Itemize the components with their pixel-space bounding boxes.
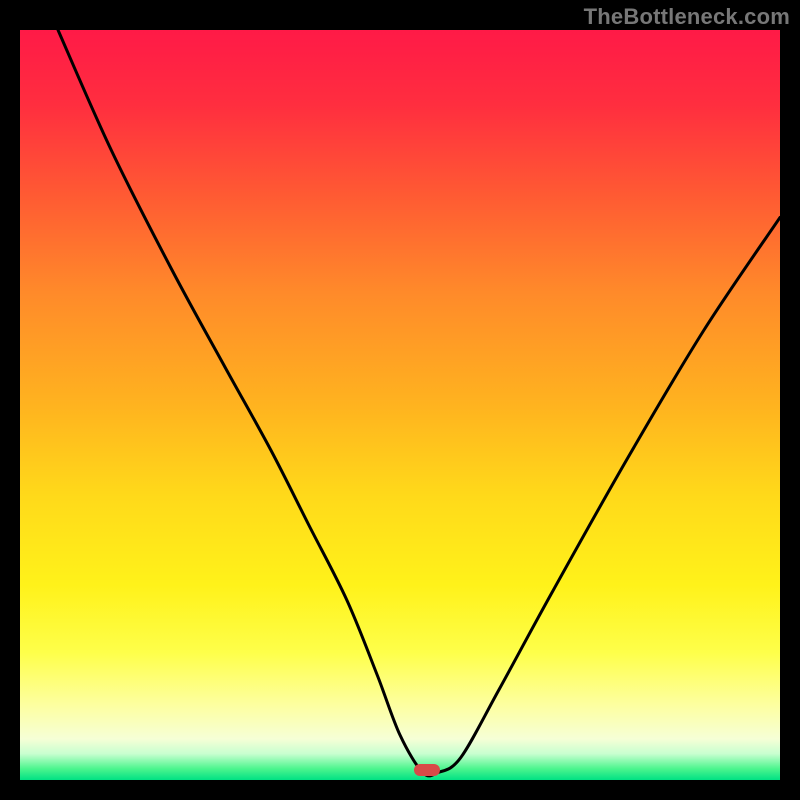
optimal-point-marker bbox=[414, 764, 440, 776]
bottleneck-curve bbox=[20, 30, 780, 780]
chart-plot-area bbox=[20, 30, 780, 780]
watermark-text: TheBottleneck.com bbox=[584, 4, 790, 30]
